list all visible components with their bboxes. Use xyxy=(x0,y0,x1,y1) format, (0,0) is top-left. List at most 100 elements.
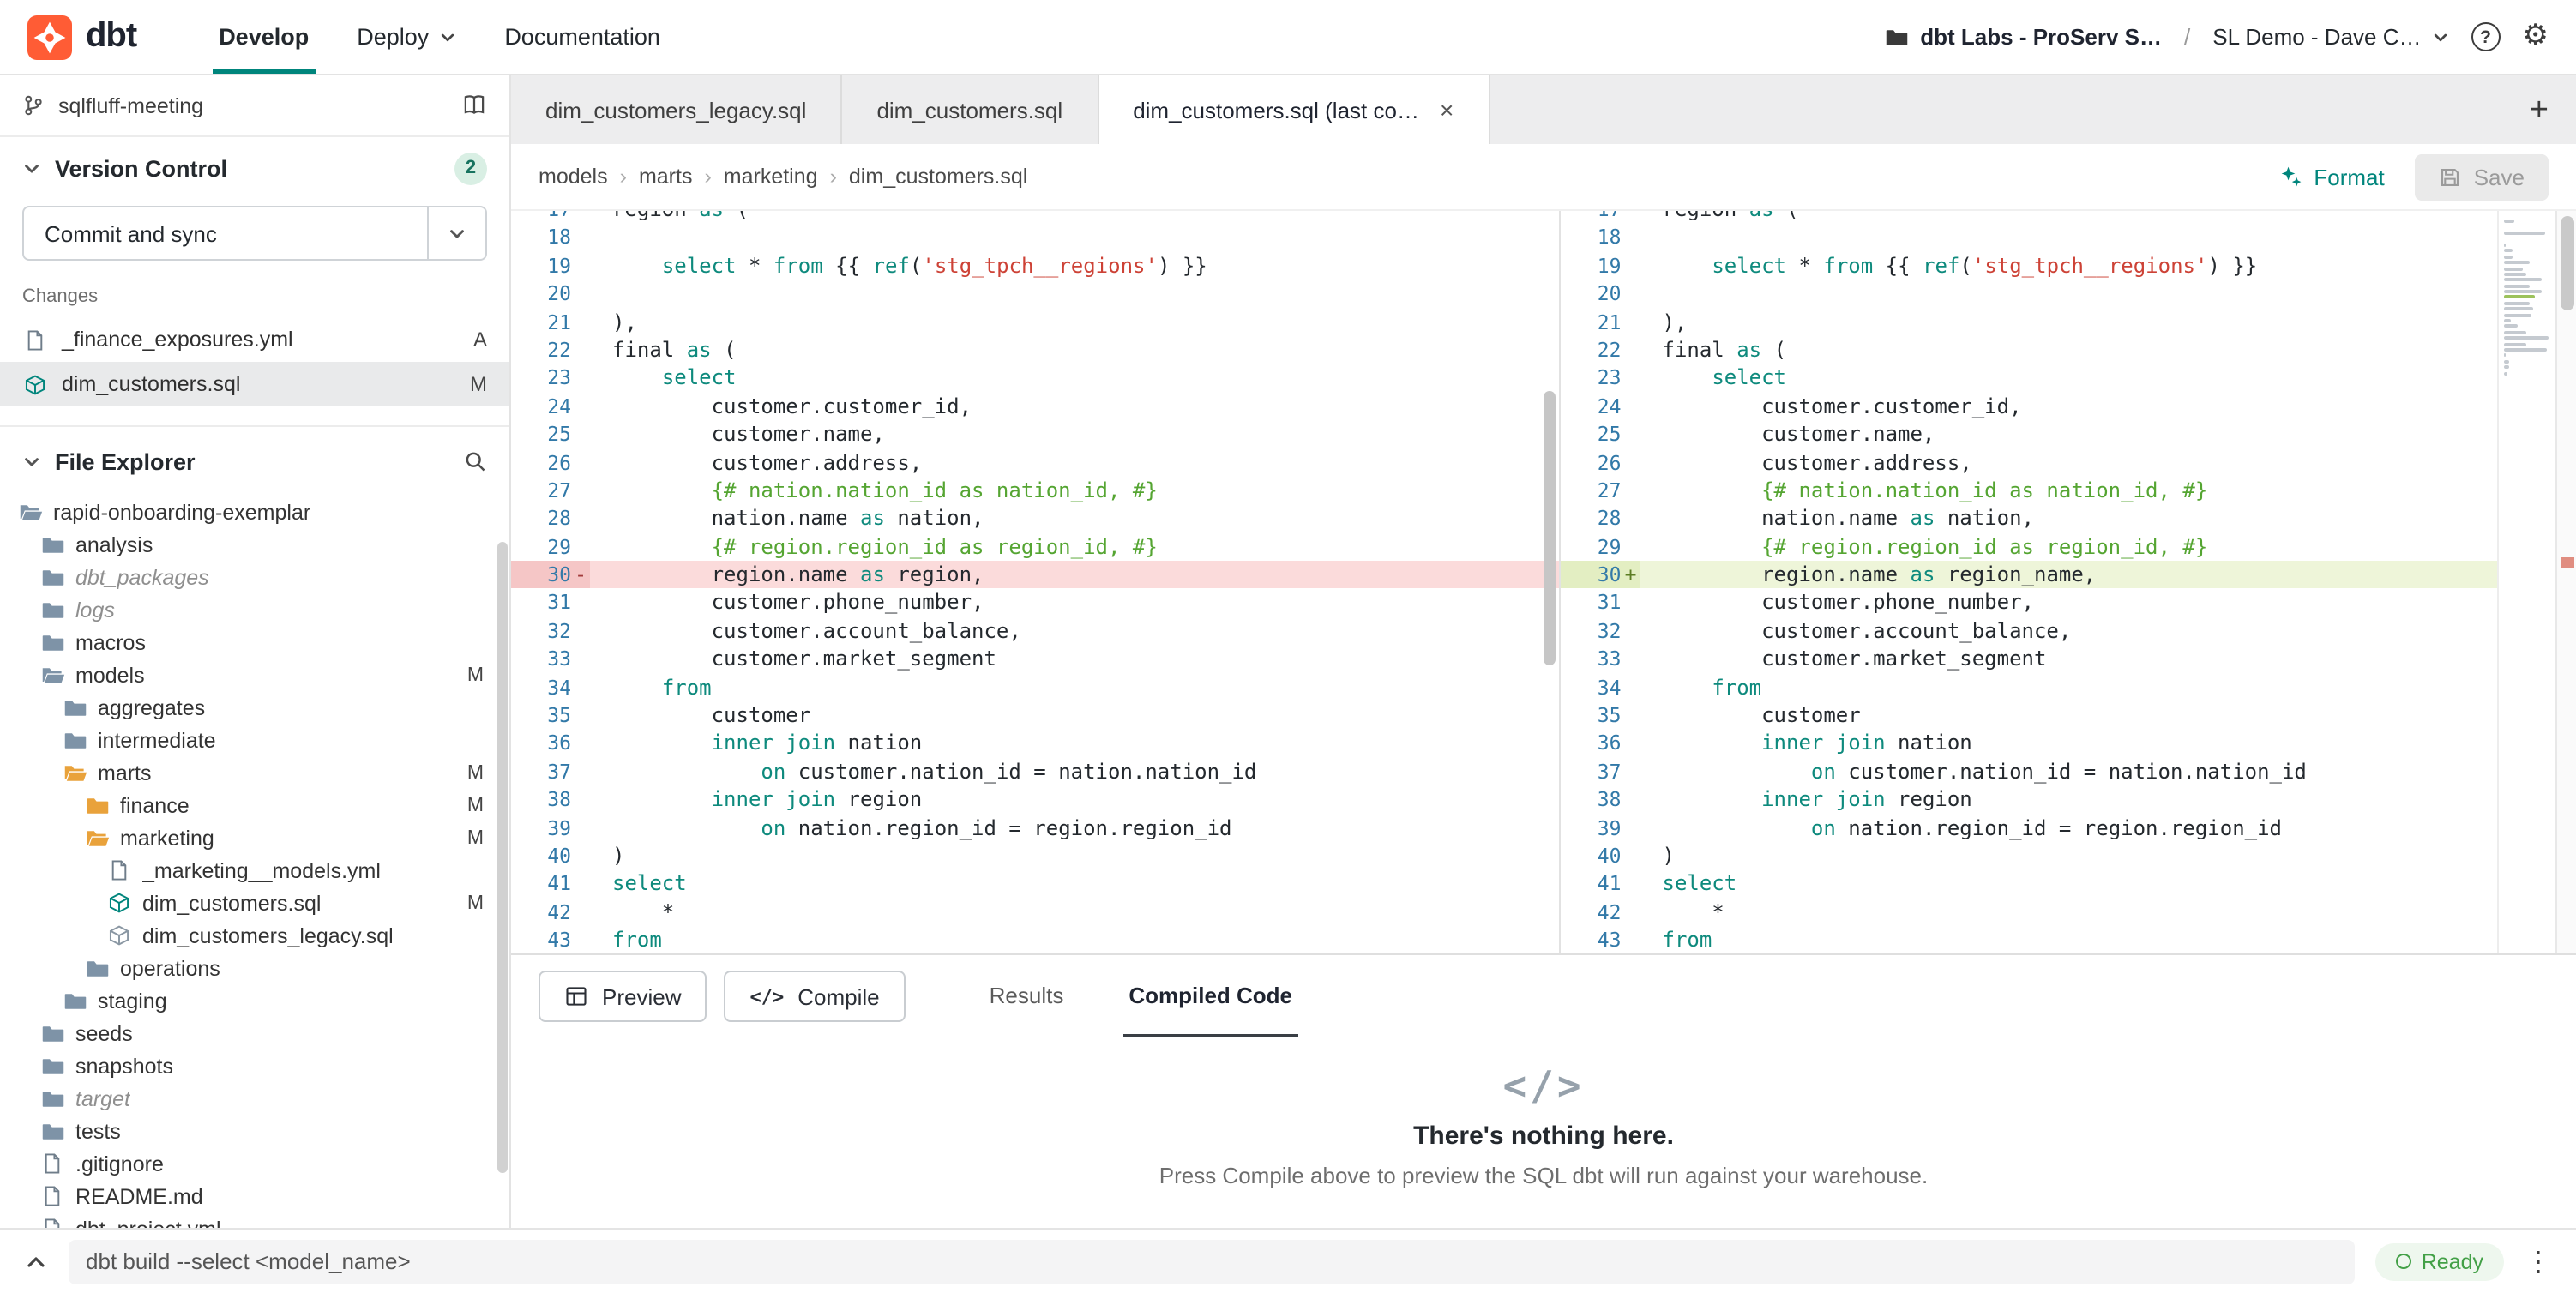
file-tree-item[interactable]: _marketing__models.yml xyxy=(0,854,509,887)
code-lines: 17region as (1819 select * from {{ ref('… xyxy=(511,211,1560,953)
minimap[interactable] xyxy=(2497,211,2555,953)
chevron-up-icon[interactable] xyxy=(24,1249,48,1273)
change-row[interactable]: _finance_exposures.ymlA xyxy=(0,317,509,362)
code-icon: </> xyxy=(1502,1064,1584,1109)
left-pane-scrollbar[interactable] xyxy=(1543,211,1558,953)
file-tree-item[interactable]: macros xyxy=(0,626,509,659)
gear-icon[interactable]: ⚙ xyxy=(2523,22,2549,51)
code-text: select xyxy=(1640,870,1737,899)
code-line: 27 {# nation.nation_id as nation_id, #} xyxy=(511,477,1560,505)
line-number: 27 xyxy=(511,477,590,505)
commit-and-sync-button[interactable]: Commit and sync xyxy=(22,206,487,261)
code-line: 20 xyxy=(511,280,1560,308)
change-row[interactable]: dim_customers.sqlM xyxy=(0,362,509,406)
diff-pane-original[interactable]: 17region as (1819 select * from {{ ref('… xyxy=(511,211,1562,953)
editor-scrollbar[interactable] xyxy=(2555,211,2576,953)
file-name: dbt_project.yml xyxy=(75,1217,221,1228)
file-tree-item[interactable]: logs xyxy=(0,593,509,626)
code-text: from xyxy=(1640,673,1762,701)
breadcrumb-item[interactable]: marts xyxy=(639,165,693,189)
dbt-cloud-ide: dbt Develop Deploy Documentation dbt Lab… xyxy=(0,0,2576,1293)
code-line: 30- region.name as region, xyxy=(511,561,1560,589)
format-button[interactable]: Format xyxy=(2279,164,2384,189)
tab-strip: dim_customers_legacy.sqldim_customers.sq… xyxy=(511,75,1490,144)
editor-tab[interactable]: dim_customers.sql (last co…× xyxy=(1098,75,1490,144)
file-tree-item[interactable]: target xyxy=(0,1082,509,1115)
file-tree-item[interactable]: staging xyxy=(0,984,509,1017)
command-input[interactable]: dbt build --select <model_name> xyxy=(69,1239,2355,1284)
nav-deploy[interactable]: Deploy xyxy=(333,0,480,74)
file-tree-item[interactable]: dim_customers_legacy.sql xyxy=(0,919,509,952)
file-name: staging xyxy=(98,989,167,1013)
code-text: inner join nation xyxy=(1640,730,1972,758)
breadcrumb-item[interactable]: dim_customers.sql xyxy=(849,165,1027,189)
breadcrumb-item[interactable]: models xyxy=(539,165,608,189)
file-tree-item[interactable]: analysis xyxy=(0,528,509,561)
account-switcher[interactable]: dbt Labs - ProServ S… xyxy=(1884,24,2162,50)
file-tree-item[interactable]: aggregates xyxy=(0,691,509,724)
file-tree-item[interactable]: operations xyxy=(0,952,509,984)
file-tree-item[interactable]: README.md xyxy=(0,1180,509,1212)
file-tree-item[interactable]: tests xyxy=(0,1115,509,1147)
breadcrumb: models›marts›marketing›dim_customers.sql xyxy=(539,165,1027,189)
git-branch-icon xyxy=(22,94,45,117)
minimap-line xyxy=(2504,250,2513,253)
file-name: README.md xyxy=(75,1184,203,1208)
code-line: 40) xyxy=(1562,842,2498,870)
preview-button[interactable]: Preview xyxy=(539,971,707,1022)
scrollbar-thumb[interactable] xyxy=(1544,391,1556,665)
editor-tab[interactable]: dim_customers_legacy.sql xyxy=(511,75,842,144)
file-tree-item[interactable]: financeM xyxy=(0,789,509,821)
tab-results[interactable]: Results xyxy=(984,955,1069,1037)
compile-button[interactable]: </> Compile xyxy=(725,971,906,1022)
file-tree-item[interactable]: rapid-onboarding-exemplar xyxy=(0,496,509,528)
nav-documentation[interactable]: Documentation xyxy=(480,0,684,74)
dbt-logo[interactable]: dbt xyxy=(27,0,136,74)
help-icon[interactable]: ? xyxy=(2471,22,2501,51)
close-icon[interactable]: × xyxy=(1440,98,1454,122)
project-switcher[interactable]: SL Demo - Dave C… xyxy=(2212,24,2448,50)
file-tree-item[interactable]: dbt_project.yml xyxy=(0,1212,509,1228)
breadcrumb-item[interactable]: marketing xyxy=(724,165,818,189)
workspace-folder-icon xyxy=(1884,25,1908,49)
nav-develop[interactable]: Develop xyxy=(195,0,333,74)
docs-book-icon[interactable] xyxy=(461,93,487,118)
modified-badge: M xyxy=(467,795,484,815)
file-tree-item[interactable]: intermediate xyxy=(0,724,509,756)
changes-label: Changes xyxy=(0,281,509,317)
divider xyxy=(0,406,509,427)
line-number: 36 xyxy=(1562,730,1640,758)
file-tree-item[interactable]: dim_customers.sqlM xyxy=(0,887,509,919)
tab-compiled-code[interactable]: Compiled Code xyxy=(1123,955,1297,1037)
scrollbar-thumb[interactable] xyxy=(2561,216,2574,310)
breadcrumb-separator: › xyxy=(704,165,711,189)
file-tree-item[interactable]: .gitignore xyxy=(0,1147,509,1180)
search-icon[interactable] xyxy=(463,449,487,473)
file-tree-item[interactable]: seeds xyxy=(0,1017,509,1049)
code-text: region.name as region, xyxy=(590,561,984,589)
commit-options-caret[interactable] xyxy=(427,207,485,259)
code-text xyxy=(1640,224,1663,252)
code-text: {# nation.nation_id as nation_id, #} xyxy=(590,477,1158,505)
line-number: 40 xyxy=(1562,842,1640,870)
file-tree-item[interactable]: martsM xyxy=(0,756,509,789)
file-tree-item[interactable]: modelsM xyxy=(0,659,509,691)
file-name: target xyxy=(75,1086,130,1110)
branch-selector[interactable]: sqlfluff-meeting xyxy=(0,75,509,137)
editor-tab[interactable]: dim_customers.sql xyxy=(842,75,1098,144)
save-button[interactable]: Save xyxy=(2416,153,2549,200)
file-tree-item[interactable]: marketingM xyxy=(0,821,509,854)
more-menu-icon[interactable]: ⋮ xyxy=(2525,1245,2552,1278)
sidebar-scrollbar[interactable] xyxy=(497,542,508,1173)
file-explorer-header[interactable]: File Explorer xyxy=(0,430,509,492)
line-number: 43 xyxy=(511,926,590,953)
file-tree-item[interactable]: snapshots xyxy=(0,1049,509,1082)
file-tree-item[interactable]: dbt_packages xyxy=(0,561,509,593)
code-text: final as ( xyxy=(1640,336,1787,364)
version-control-header[interactable]: Version Control 2 xyxy=(0,137,509,199)
modified-badge: M xyxy=(467,762,484,783)
new-tab-button[interactable]: + xyxy=(2530,93,2549,126)
diff-pane-modified[interactable]: 17region as (1819 select * from {{ ref('… xyxy=(1562,211,2498,953)
breadcrumb-row: models›marts›marketing›dim_customers.sql… xyxy=(511,144,2576,209)
model-icon xyxy=(106,924,132,947)
